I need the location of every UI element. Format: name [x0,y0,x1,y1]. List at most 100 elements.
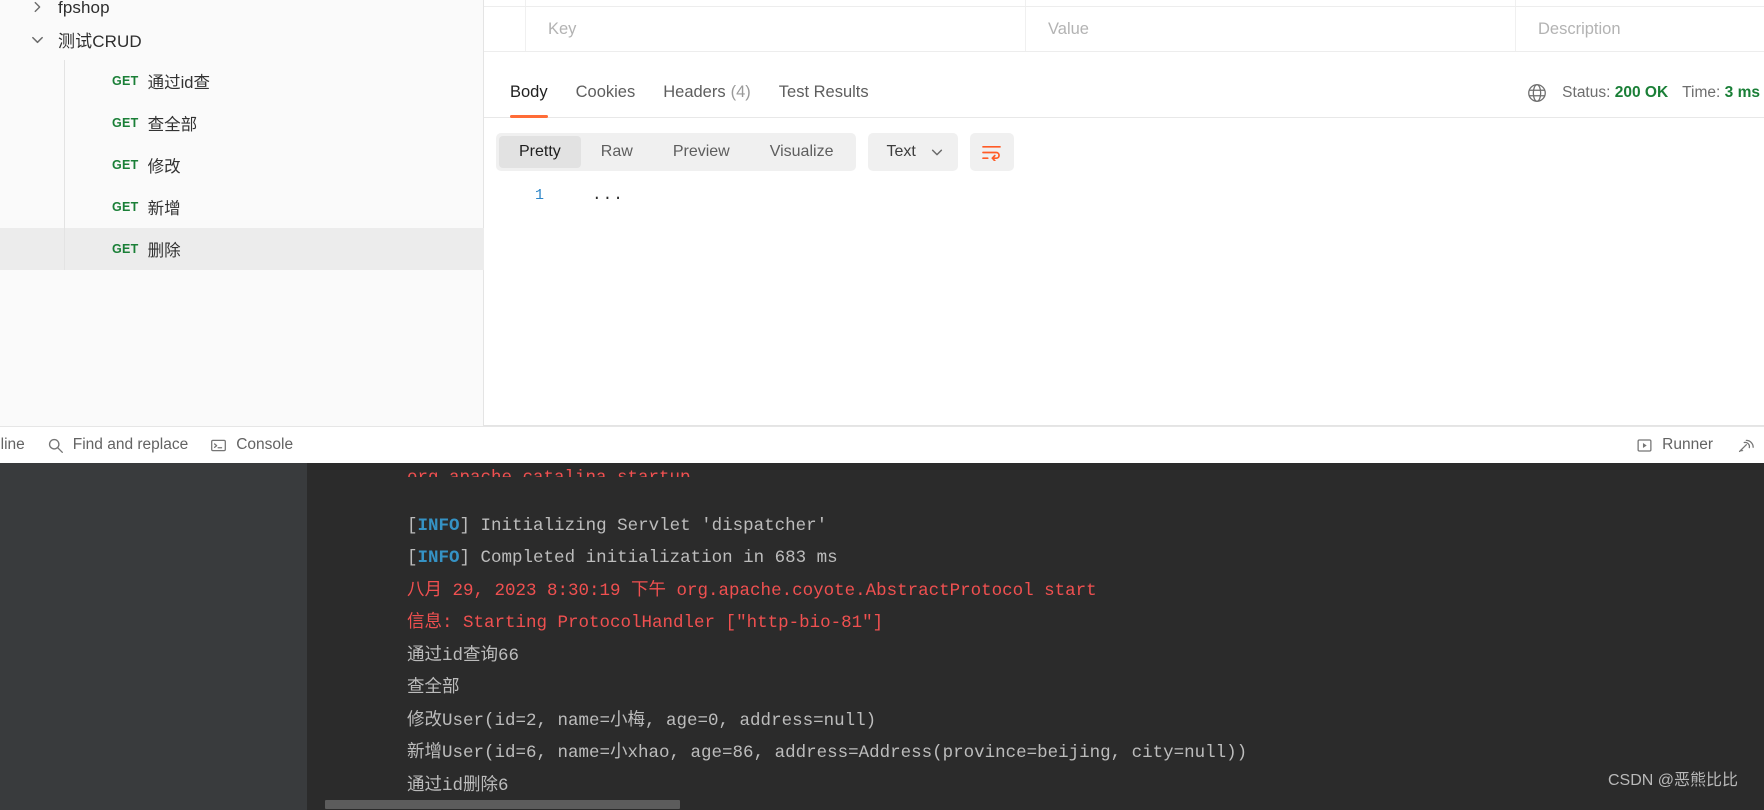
value-cell[interactable]: Value [1026,7,1516,51]
log-level: INFO [417,548,460,568]
request-response-pane: Key Value Description Body Cookies Heade… [484,0,1764,426]
row-checkbox-cell[interactable] [484,0,526,6]
tab-test-results[interactable]: Test Results [765,68,883,118]
request-name: 新增 [147,200,181,218]
chevron-down-icon [26,28,48,50]
request-name: 删除 [147,242,181,260]
log-line: 修改User(id=2, name=小梅, age=0, address=nul… [323,672,1764,731]
log-segment: 通过id查询66 [407,645,520,666]
runner-button[interactable]: Runner [1636,436,1713,454]
log-level: INFO [417,515,460,536]
tab-label: Body [510,83,548,101]
request-item-4[interactable]: GET 删除 [0,228,484,270]
format-select[interactable]: Text [868,133,958,171]
view-mode-group: Pretty Raw Preview Visualize [496,133,857,171]
scrollbar-thumb[interactable] [325,800,680,809]
request-item-0[interactable]: GET 通过id查 [0,60,484,102]
log-line: 查全部 [323,640,1764,698]
console-label: Console [236,436,294,453]
status-label: Status: [1562,84,1611,101]
request-method: GET [112,158,139,172]
collection-tree: fpshop 测试CRUD GET 通过id查 GET 查全部 GET 修改 G… [0,0,484,270]
request-method: GET [112,200,139,214]
line-content: ... [592,186,624,204]
console-button[interactable]: Console [210,436,293,454]
view-mode-visualize[interactable]: Visualize [750,136,854,168]
log-segment: [ [407,515,418,536]
tab-cookies[interactable]: Cookies [562,68,650,118]
find-and-replace-button[interactable]: Find and replace [47,436,188,454]
sidebar: fpshop 测试CRUD GET 通过id查 GET 查全部 GET 修改 G… [0,0,484,426]
log-segment: [ [407,548,418,568]
status-value: 200 OK [1614,84,1669,101]
status-bar-right: Runner [1636,436,1764,454]
view-mode-preview[interactable]: Preview [653,136,750,168]
tab-label: Headers [663,83,726,101]
request-name: 通过id查 [147,74,210,92]
time-badge: Time: 3 ms [1682,84,1760,102]
log-segment: 八月 29, 2023 8:30:19 下午 org.apache.coyote… [407,580,1097,601]
tab-label: Cookies [575,83,636,101]
log-segment: org.apache.catalina.startup [407,468,691,477]
body-toolbar: Pretty Raw Preview Visualize Text [484,124,1764,180]
view-mode-raw[interactable]: Raw [581,136,653,168]
table-row [484,0,1764,7]
chevron-right-icon [26,0,48,18]
find-and-replace-label: Find and replace [72,436,189,453]
collection-folder-label: 测试CRUD [58,31,142,51]
time-value: 3 ms [1724,84,1760,101]
status-online-indicator[interactable]: nline [0,436,25,454]
request-method: GET [112,242,139,256]
description-cell[interactable]: Description [1516,7,1764,51]
key-cell[interactable] [526,0,1026,6]
tab-label: Test Results [778,83,869,101]
satellite-icon[interactable] [1737,437,1754,454]
request-list: GET 通过id查 GET 查全部 GET 修改 GET 新增 GET 删除 [0,60,484,270]
runner-label: Runner [1662,436,1713,453]
tab-headers[interactable]: Headers (4) [649,68,765,118]
console-panel: org.apache.catalina.startup [INFO] Initi… [0,463,1764,810]
time-label: Time: [1682,84,1721,101]
code-line: 1 ... [484,182,1764,208]
log-segment: 查全部 [407,678,460,698]
tab-body[interactable]: Body [496,68,562,118]
top-region: fpshop 测试CRUD GET 通过id查 GET 查全部 GET 修改 G… [0,0,1764,426]
request-method: GET [112,74,139,88]
log-segment: ] Completed initialization in 683 ms [459,548,838,568]
collection-folder-crud[interactable]: 测试CRUD [0,18,484,60]
request-name: 修改 [147,158,181,176]
description-cell[interactable] [1516,0,1764,6]
play-box-icon [1636,437,1653,454]
globe-icon [1526,82,1548,104]
collection-folder-fpshop[interactable]: fpshop [0,0,484,18]
request-item-3[interactable]: GET 新增 [0,186,484,228]
console-horizontal-scrollbar[interactable] [307,798,1764,810]
view-mode-pretty[interactable]: Pretty [499,136,581,168]
headers-count: (4) [730,83,751,101]
log-line: [INFO] Initializing Servlet 'dispatcher' [323,477,1764,536]
chevron-down-icon [930,145,944,159]
request-method: GET [112,116,139,130]
table-row: Key Value Description [484,7,1764,52]
key-cell[interactable]: Key [526,7,1026,51]
response-status-group: Status: 200 OK Time: 3 ms [1526,68,1764,118]
request-item-2[interactable]: GET 修改 [0,144,484,186]
log-segment: ] Initializing Servlet 'dispatcher' [459,515,828,536]
params-table: Key Value Description [484,0,1764,52]
value-cell[interactable] [1026,0,1516,6]
console-gutter [0,463,307,810]
log-segment: 信息: Starting ProtocolHandler ["http-bio-… [407,613,884,633]
app-root: fpshop 测试CRUD GET 通过id查 GET 查全部 GET 修改 G… [0,0,1764,810]
status-badge: Status: 200 OK [1562,84,1668,102]
request-name: 查全部 [147,116,198,134]
console-output[interactable]: org.apache.catalina.startup [INFO] Initi… [307,463,1764,810]
console-gutter-inner [0,463,307,810]
row-checkbox-cell[interactable] [484,7,526,51]
word-wrap-icon[interactable] [969,133,1014,171]
line-number: 1 [534,186,544,204]
response-body[interactable]: 1 ... [484,182,1764,378]
terminal-icon [210,437,227,454]
search-icon [47,437,64,454]
request-item-1[interactable]: GET 查全部 [0,102,484,144]
collection-folder-label: fpshop [58,0,110,17]
